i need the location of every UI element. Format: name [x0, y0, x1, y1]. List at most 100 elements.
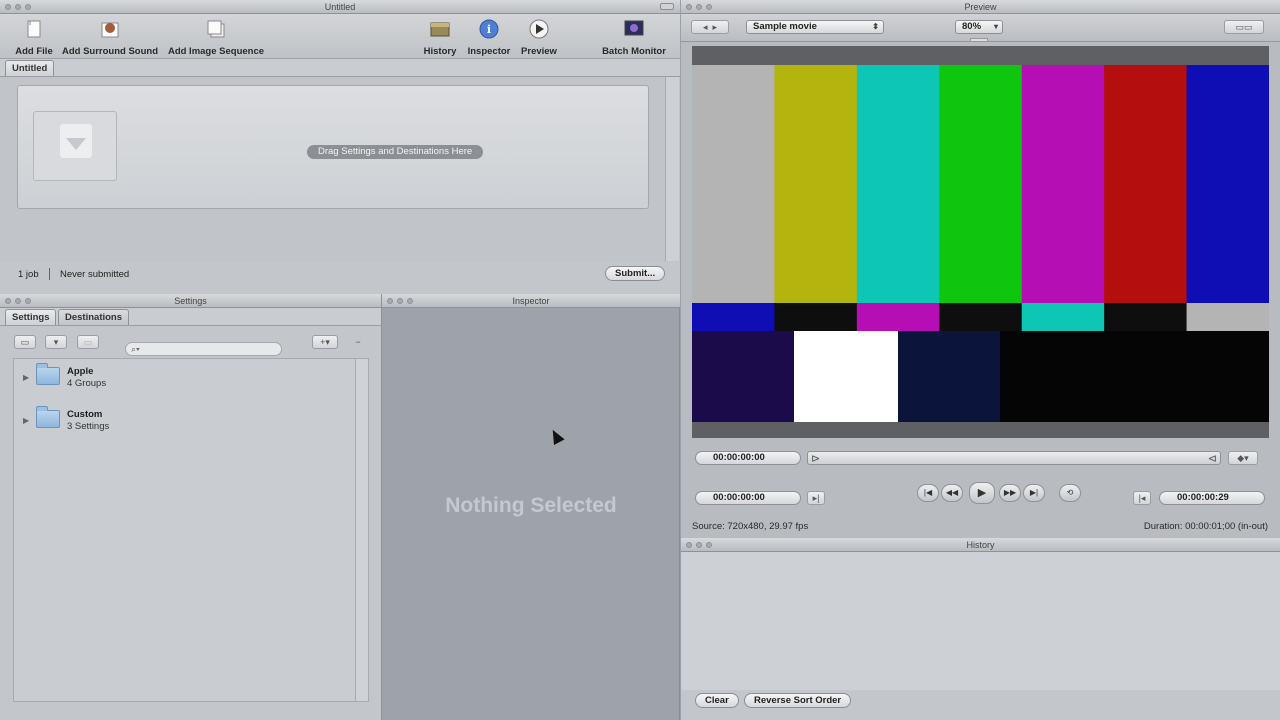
import-button[interactable]: ▾ [45, 335, 67, 349]
tab-destinations[interactable]: Destinations [58, 309, 130, 325]
batch-scrollbar[interactable] [665, 77, 679, 261]
window-controls[interactable] [5, 298, 31, 304]
preview-button[interactable]: Preview [518, 18, 560, 57]
mark-in-icon: ▸| [812, 493, 820, 503]
minus-icon: − [355, 337, 361, 347]
info-icon: i [478, 18, 500, 40]
source-select-value: Sample movie [753, 21, 817, 32]
svg-text:i: i [487, 23, 491, 36]
zoom-value: 80% [962, 21, 982, 32]
color-bar [1000, 331, 1269, 422]
source-info: Source: 720x480, 29.97 fps [692, 521, 809, 532]
play-icon [528, 18, 550, 40]
go-to-start-button[interactable]: |◀ [917, 484, 939, 502]
inspector-window: Inspector Nothing Selected [382, 294, 680, 720]
color-bar [1021, 303, 1105, 331]
inspector-label: Inspector [467, 46, 511, 57]
batch-monitor-button[interactable]: Batch Monitor [600, 18, 668, 57]
loop-icon: ⟲ [1066, 488, 1074, 497]
color-bars [692, 65, 1269, 422]
history-window: History Clear Reverse Sort Order [681, 538, 1280, 720]
settings-scrollbar[interactable] [355, 358, 369, 702]
window-controls[interactable] [686, 542, 712, 548]
tray-down-icon: ▾ [53, 337, 59, 347]
marker-menu-button[interactable]: ◆▾ [1228, 451, 1258, 465]
go-to-end-button[interactable]: ▶| [1023, 484, 1045, 502]
add-file-button[interactable]: Add File [12, 18, 56, 57]
inspector-button[interactable]: i Inspector [465, 18, 513, 57]
remove-setting-button[interactable]: − [347, 335, 369, 349]
timeline-scrubber[interactable]: ⊳ ⊲ [807, 451, 1221, 465]
group-count: 4 Groups [67, 378, 107, 389]
job-drop-zone[interactable]: Drag Settings and Destinations Here [17, 85, 649, 209]
window-controls[interactable] [5, 4, 31, 10]
timecode-value: 00:00:00:00 [713, 452, 765, 463]
batch-window: Untitled Add File Add Surround Sound Add… [0, 0, 680, 294]
tab-settings[interactable]: Settings [5, 309, 57, 325]
color-bar [692, 331, 795, 422]
toolbar-toggle-button[interactable] [660, 3, 674, 10]
duration-info: Duration: 00:00:01;00 (in-out) [1143, 521, 1268, 532]
group-name: Apple [67, 366, 94, 377]
view-mode-buttons[interactable]: ▭▭ [1224, 20, 1264, 34]
color-bar [774, 303, 858, 331]
settings-search-field[interactable]: ⌕▾ [125, 342, 282, 356]
batch-monitor-label: Batch Monitor [602, 46, 666, 57]
prev-next-buttons[interactable]: ◂ ▸ [691, 20, 729, 34]
plus-icon: +▾ [320, 337, 330, 347]
rewind-icon: ◀◀ [945, 488, 959, 497]
color-bar [1021, 65, 1105, 303]
add-surround-sound-button[interactable]: Add Surround Sound [60, 18, 160, 57]
add-setting-button[interactable]: +▾ [312, 335, 338, 349]
add-image-sequence-button[interactable]: Add Image Sequence [166, 18, 266, 57]
source-drop-target[interactable] [33, 111, 117, 181]
disclosure-triangle-icon[interactable]: ▶ [23, 416, 29, 425]
color-bar [1186, 303, 1269, 331]
folder-add-icon: ▭ [20, 337, 30, 347]
in-point-timecode[interactable]: 00:00:00:00 [695, 491, 801, 505]
zoom-slider-handle[interactable] [970, 38, 988, 42]
source-select[interactable]: Sample movie ⬍ [746, 20, 884, 34]
scrub-timecode[interactable]: 00:00:00:00 [695, 451, 801, 465]
new-group-button[interactable]: ▭ [14, 335, 36, 349]
rewind-button[interactable]: ◀◀ [941, 484, 963, 502]
clear-button[interactable]: Clear [695, 693, 739, 708]
play-button[interactable]: ▶ [969, 482, 995, 504]
fast-forward-button[interactable]: ▶▶ [999, 484, 1021, 502]
list-item[interactable]: ▶ Custom 3 Settings [14, 402, 355, 445]
folder-icon [36, 406, 60, 428]
color-bar [794, 331, 899, 422]
preview-titlebar: Preview [681, 0, 1280, 14]
window-controls[interactable] [686, 4, 712, 10]
preview-window-title: Preview [964, 2, 997, 12]
list-item[interactable]: ▶ Apple 4 Groups [14, 359, 355, 402]
mark-in-button[interactable]: ▸| [807, 491, 825, 505]
skip-forward-icon: ▶| [1029, 488, 1039, 497]
color-bar [774, 65, 858, 303]
history-window-title: History [966, 540, 995, 550]
mark-out-button[interactable]: |◂ [1133, 491, 1151, 505]
history-button[interactable]: History [420, 18, 460, 57]
settings-titlebar: Settings [0, 294, 381, 308]
disclosure-triangle-icon[interactable]: ▶ [23, 373, 29, 382]
forward-icon: ▸ [712, 22, 718, 32]
duplicate-button[interactable]: ▭ [77, 335, 99, 349]
play-icon: ▶ [977, 487, 987, 499]
divider [49, 268, 50, 280]
tab-untitled[interactable]: Untitled [5, 60, 55, 76]
reverse-sort-button[interactable]: Reverse Sort Order [744, 693, 852, 708]
out-marker-icon[interactable]: ⊲ [1208, 452, 1217, 465]
in-marker-icon[interactable]: ⊳ [811, 452, 820, 465]
loop-button[interactable]: ⟲ [1059, 484, 1081, 502]
in-timecode-value: 00:00:00:00 [713, 492, 765, 503]
zoom-select[interactable]: 80% ▾ [955, 20, 1003, 34]
preview-window: Preview ◂ ▸ Sample movie ⬍ 80% ▾ ▭▭ 00:0… [681, 0, 1280, 538]
settings-window-title: Settings [174, 296, 207, 306]
color-bar [1104, 303, 1188, 331]
document-add-icon [23, 18, 45, 40]
add-file-label: Add File [15, 46, 53, 57]
window-controls[interactable] [387, 298, 413, 304]
submit-button[interactable]: Submit... [605, 266, 666, 281]
out-point-timecode[interactable]: 00:00:00:29 [1159, 491, 1265, 505]
preview-label: Preview [521, 46, 557, 57]
